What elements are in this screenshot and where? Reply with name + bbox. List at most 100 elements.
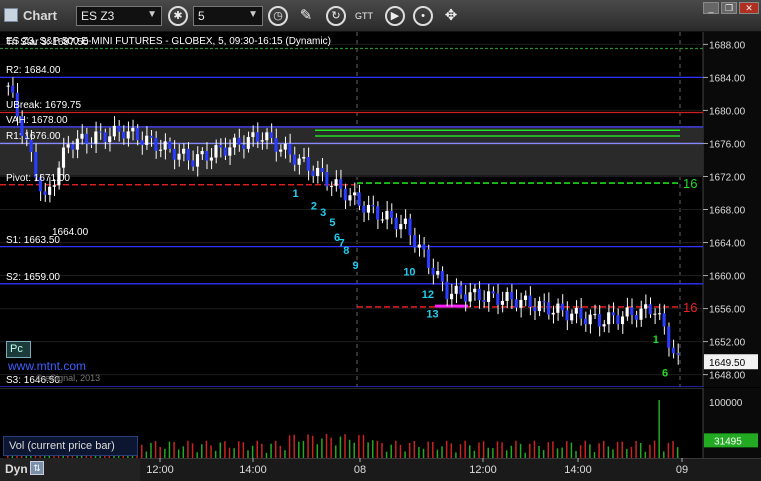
refresh-icon[interactable]: ↻ <box>326 6 346 26</box>
candle-body <box>450 293 454 300</box>
volume-bar <box>390 444 392 458</box>
volume-tick-label: 100000 <box>709 398 743 409</box>
volume-bar <box>478 442 480 458</box>
volume-bar <box>667 442 670 458</box>
candle-body <box>422 244 426 250</box>
level-label: S2: 1659.00 <box>6 271 60 283</box>
close-icon[interactable]: ✕ <box>739 2 759 14</box>
candle-body <box>362 205 366 213</box>
clock-icon[interactable]: ◷ <box>268 6 288 26</box>
volume-bar <box>658 400 660 458</box>
candle-body <box>463 294 467 302</box>
volume-bar <box>256 440 258 458</box>
volume-bar <box>630 446 633 458</box>
volume-bar <box>358 435 360 458</box>
volume-bar <box>251 445 254 458</box>
volume-bar <box>589 444 591 458</box>
interval-combo[interactable]: 5 ▼ <box>193 6 263 26</box>
candle-body <box>385 210 389 220</box>
move-icon[interactable]: ✥ <box>441 6 461 26</box>
volume-bar <box>335 445 337 458</box>
volume-bar <box>432 441 434 458</box>
volume-bar <box>293 434 295 458</box>
volume-bar <box>616 441 619 458</box>
candle-body <box>163 141 167 150</box>
candle-body <box>6 85 10 87</box>
candle-body <box>140 140 144 145</box>
candle-body <box>94 131 98 144</box>
candle-body <box>607 312 611 325</box>
volume-bar <box>575 451 577 458</box>
candle-body <box>172 148 176 160</box>
volume-bar <box>150 442 152 458</box>
volume-bar <box>413 440 416 458</box>
volume-bar <box>459 444 462 458</box>
candle-body <box>329 185 334 187</box>
td-count-label: 2 <box>311 201 317 213</box>
interval-value: 5 <box>198 9 205 23</box>
td-count-label: 12 <box>422 289 434 301</box>
chevron-down-icon[interactable]: ▼ <box>147 9 157 20</box>
volume-bar <box>168 441 171 458</box>
candle-body <box>436 271 440 275</box>
candle-body <box>431 267 435 275</box>
minimize-icon[interactable]: _ <box>703 2 719 14</box>
volume-bar <box>201 444 203 458</box>
candle-body <box>602 324 606 327</box>
candle-body <box>574 307 578 314</box>
candle-body <box>371 204 375 207</box>
x-tick-label: 14:00 <box>564 464 592 476</box>
candle-body <box>251 132 255 138</box>
last-price-value: 1649.50 <box>709 358 746 369</box>
volume-bar <box>214 450 217 458</box>
candle-body <box>440 271 444 282</box>
circle-options-icon[interactable]: • <box>413 6 433 26</box>
volume-bar <box>247 450 249 458</box>
volume-bar <box>639 443 642 458</box>
volume-bar <box>427 441 429 458</box>
x-tick-label: 08 <box>354 464 366 476</box>
candle-body <box>269 132 273 139</box>
volume-bar <box>556 448 559 458</box>
price-chart[interactable]: 1235678910121316 1688.001684.001680.0016… <box>0 32 761 387</box>
td-count-label: 10 <box>403 267 415 279</box>
restore-icon[interactable]: ❐ <box>721 2 737 14</box>
pc-badge[interactable]: Pc <box>6 341 31 358</box>
candle-body <box>491 291 495 294</box>
candle-body <box>246 137 250 149</box>
td-count-label: 5 <box>329 217 335 229</box>
partial-level-label: 1664.00 <box>52 227 89 238</box>
pencil-icon[interactable]: ✎ <box>296 6 316 26</box>
candle-body <box>52 185 56 187</box>
candle-body <box>389 210 394 218</box>
play-icon[interactable]: ▶ <box>385 6 405 26</box>
candle-body <box>108 136 112 142</box>
chevron-down-icon[interactable]: ▼ <box>248 9 258 20</box>
y-tick-label: 1664.00 <box>709 239 746 250</box>
candle-body <box>302 156 306 159</box>
candle-body <box>376 206 380 220</box>
volume-bar <box>376 440 379 458</box>
candle-body <box>112 125 116 137</box>
chart-mode-icon[interactable]: ⇅ <box>30 461 44 475</box>
candle-body <box>205 151 209 161</box>
candle-body <box>85 133 89 144</box>
toolbar: Chart ES Z3 ▼ ✱ 5 ▼ ◷ ✎ ↻ GTT ▶ • ✥ _ ❐ … <box>0 0 761 32</box>
volume-bar <box>663 451 665 458</box>
settings-icon[interactable]: ✱ <box>168 6 188 26</box>
x-tick-label: 12:00 <box>469 464 497 476</box>
volume-bar <box>371 440 374 458</box>
symbol-combo[interactable]: ES Z3 ▼ <box>76 6 162 26</box>
volume-study-label[interactable]: Vol (current price bar) <box>3 436 138 456</box>
candle-body <box>551 312 555 315</box>
candle-body <box>676 353 680 355</box>
candle-body <box>486 291 491 302</box>
volume-bar <box>445 440 448 458</box>
level-count-marker: 16 <box>683 176 697 191</box>
volume-bar <box>510 445 513 458</box>
volume-bar <box>464 440 466 458</box>
gtt-icon[interactable]: GTT <box>354 6 374 26</box>
volume-bar <box>492 448 494 458</box>
candle-body <box>339 179 343 189</box>
volume-bar <box>482 441 485 458</box>
